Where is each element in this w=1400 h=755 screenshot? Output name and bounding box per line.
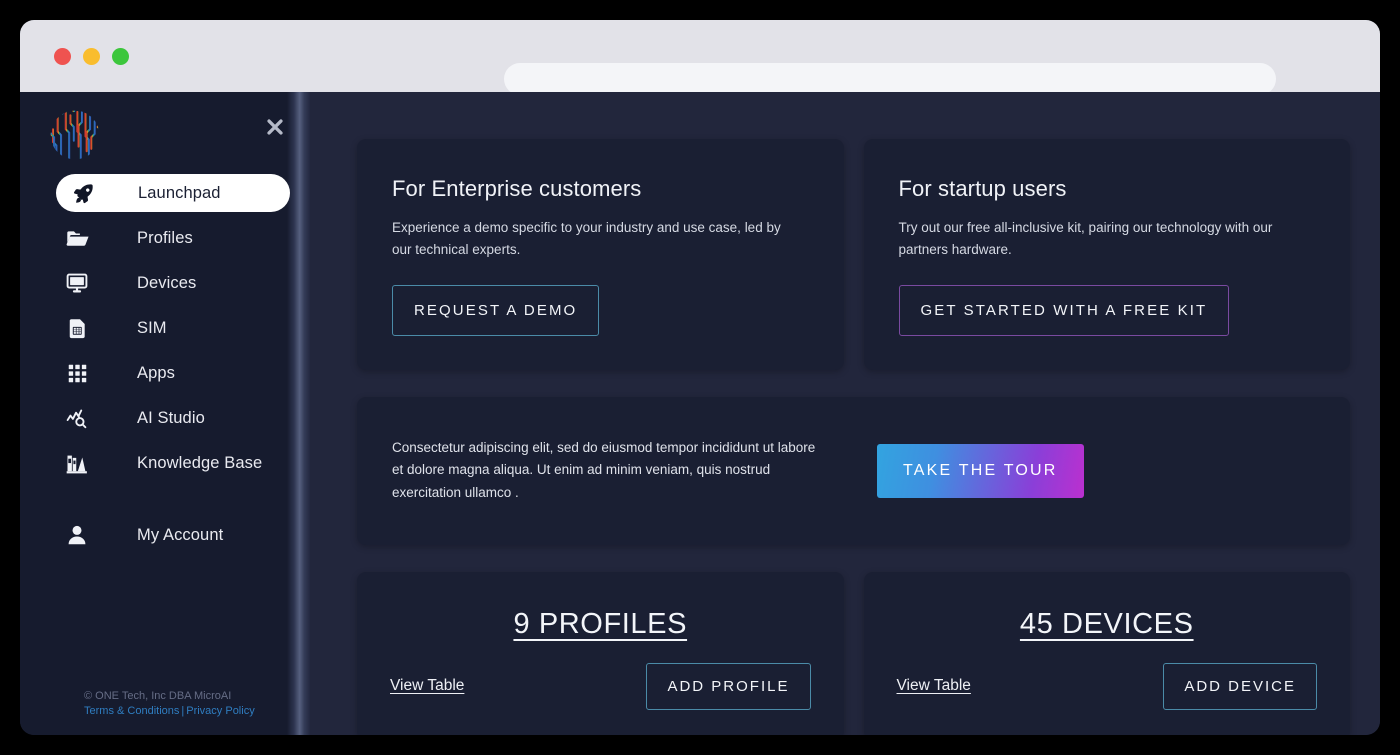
- close-sidebar-button[interactable]: [262, 114, 288, 140]
- grid-icon: [60, 363, 94, 384]
- sidebar-nav: Launchpad Profiles Devices SIM Apps AI S…: [20, 174, 310, 554]
- close-window-button[interactable]: [54, 47, 71, 65]
- devices-count-link[interactable]: 45 DEVICES: [897, 608, 1318, 641]
- tour-description: Consectetur adipiscing elit, sed do eius…: [392, 439, 816, 501]
- stat-card-actions: View Table ADD PROFILE: [390, 662, 811, 710]
- profiles-stat-card: 9 PROFILES View Table ADD PROFILE: [357, 571, 844, 735]
- enterprise-promo-card: For Enterprise customers Experience a de…: [357, 139, 844, 370]
- add-device-button[interactable]: ADD DEVICE: [1163, 662, 1317, 710]
- minimize-window-button[interactable]: [83, 47, 100, 65]
- legal-links: Terms & Conditions | Privacy Policy: [84, 705, 310, 717]
- sidebar-item-knowledge-base[interactable]: Knowledge Base: [50, 444, 292, 482]
- traffic-light-buttons: [54, 47, 129, 65]
- sidebar-item-launchpad[interactable]: Launchpad: [56, 174, 290, 212]
- sidebar-item-label: Profiles: [137, 228, 193, 247]
- sidebar-item-label: Launchpad: [138, 183, 221, 202]
- address-bar[interactable]: [504, 63, 1276, 95]
- close-icon: [267, 119, 283, 135]
- app-body: Launchpad Profiles Devices SIM Apps AI S…: [20, 92, 1380, 735]
- card-description: Experience a demo specific to your indus…: [392, 220, 781, 257]
- sidebar-item-label: My Account: [137, 525, 224, 544]
- sidebar-item-label: SIM: [137, 318, 167, 337]
- sidebar-item-devices[interactable]: Devices: [50, 264, 292, 302]
- promo-row: For Enterprise customers Experience a de…: [357, 139, 1350, 370]
- monitor-icon: [60, 271, 94, 295]
- take-the-tour-button[interactable]: TAKE THE TOUR: [877, 443, 1084, 498]
- tour-row: Consectetur adipiscing elit, sed do eius…: [357, 396, 1350, 572]
- sidebar-item-ai-studio[interactable]: AI Studio: [50, 399, 292, 437]
- rocket-icon: [66, 182, 100, 205]
- startup-promo-card: For startup users Try out our free all-i…: [863, 139, 1350, 370]
- sidebar: Launchpad Profiles Devices SIM Apps AI S…: [20, 92, 310, 735]
- add-profile-button[interactable]: ADD PROFILE: [646, 662, 811, 710]
- view-table-link[interactable]: View Table: [897, 677, 971, 695]
- sidebar-footer: © ONE Tech, Inc DBA MicroAI Terms & Cond…: [20, 690, 310, 735]
- sidebar-item-profiles[interactable]: Profiles: [50, 219, 292, 257]
- devices-stat-card: 45 DEVICES View Table ADD DEVICE: [863, 571, 1350, 735]
- card-title: For Enterprise customers: [392, 176, 642, 201]
- sidebar-item-label: AI Studio: [137, 408, 205, 427]
- sidebar-header: [20, 92, 310, 170]
- sidebar-item-apps[interactable]: Apps: [50, 354, 292, 392]
- tour-banner-card: Consectetur adipiscing elit, sed do eius…: [357, 396, 1350, 545]
- chart-search-icon: [60, 406, 94, 431]
- sim-card-icon: [60, 317, 94, 340]
- sidebar-item-label: Apps: [137, 363, 176, 382]
- sidebar-item-label: Knowledge Base: [137, 453, 263, 472]
- terms-link[interactable]: Terms & Conditions: [84, 705, 179, 717]
- get-started-free-kit-button[interactable]: GET STARTED WITH A FREE KIT: [898, 284, 1230, 336]
- main-content: For Enterprise customers Experience a de…: [310, 92, 1380, 735]
- browser-window: Launchpad Profiles Devices SIM Apps AI S…: [20, 20, 1380, 735]
- microai-logo-icon: [50, 110, 100, 160]
- copyright-text: © ONE Tech, Inc DBA MicroAI: [84, 690, 232, 702]
- stat-card-actions: View Table ADD DEVICE: [897, 662, 1317, 710]
- sidebar-item-sim[interactable]: SIM: [50, 309, 292, 347]
- profiles-count-link[interactable]: 9 PROFILES: [390, 608, 811, 641]
- sidebar-item-label: Devices: [137, 273, 197, 292]
- folder-icon: [60, 226, 94, 251]
- sidebar-item-my-account[interactable]: My Account: [50, 516, 292, 554]
- privacy-link[interactable]: Privacy Policy: [186, 705, 254, 717]
- user-icon: [60, 523, 94, 547]
- browser-chrome: [20, 20, 1380, 95]
- maximize-window-button[interactable]: [112, 47, 129, 65]
- view-table-link[interactable]: View Table: [390, 677, 464, 695]
- card-description: Try out our free all-inclusive kit, pair…: [898, 220, 1273, 257]
- stats-row: 9 PROFILES View Table ADD PROFILE 45 DEV…: [357, 571, 1350, 735]
- books-icon: [60, 451, 94, 476]
- card-title: For startup users: [898, 176, 1067, 201]
- request-demo-button[interactable]: REQUEST A DEMO: [392, 284, 600, 336]
- legal-separator: |: [181, 705, 185, 717]
